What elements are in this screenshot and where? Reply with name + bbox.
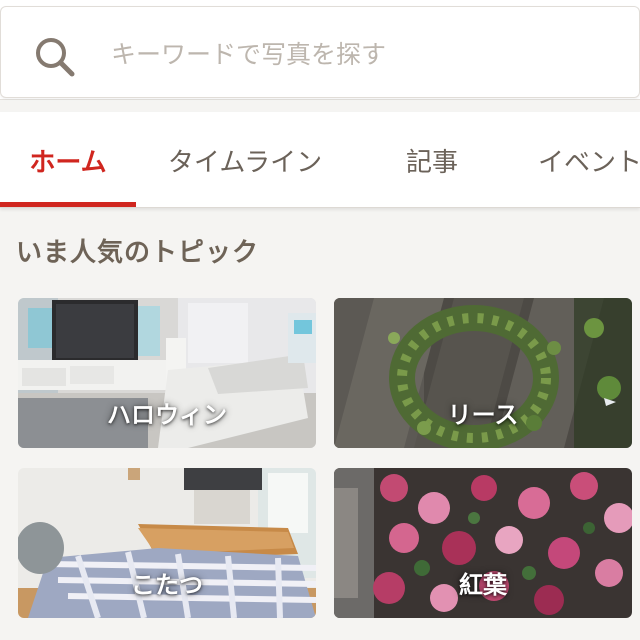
search-header — [0, 0, 640, 100]
tab-events[interactable]: イベント — [530, 112, 640, 207]
topic-card-label: こたつ — [131, 571, 203, 599]
topic-card-halloween[interactable]: ハロウィン — [18, 298, 316, 448]
tab-events-label: イベント — [538, 147, 640, 178]
topic-card-label: 紅葉 — [459, 571, 507, 599]
topic-card-kotatsu[interactable]: こたつ — [18, 468, 316, 618]
topic-card-label: ハロウィン — [107, 401, 227, 429]
tab-timeline[interactable]: タイムライン — [150, 112, 340, 207]
search-bar[interactable] — [0, 6, 640, 98]
tab-bar: ホーム タイムライン 記事 イベント — [0, 112, 640, 208]
topic-card-wreath[interactable]: リース — [334, 298, 632, 448]
search-icon[interactable] — [33, 35, 77, 79]
active-tab-indicator — [0, 202, 136, 207]
tab-home-label: ホーム — [29, 147, 107, 178]
topic-card-label: リース — [447, 401, 519, 429]
topic-card-autumn-leaves[interactable]: 紅葉 — [334, 468, 632, 618]
tab-timeline-label: タイムライン — [167, 147, 323, 178]
tab-home[interactable]: ホーム — [0, 112, 136, 207]
search-input[interactable] — [111, 29, 611, 79]
tab-articles-label: 記事 — [405, 147, 458, 178]
tab-articles[interactable]: 記事 — [380, 112, 484, 207]
section-title: いま人気のトピック — [16, 238, 260, 268]
